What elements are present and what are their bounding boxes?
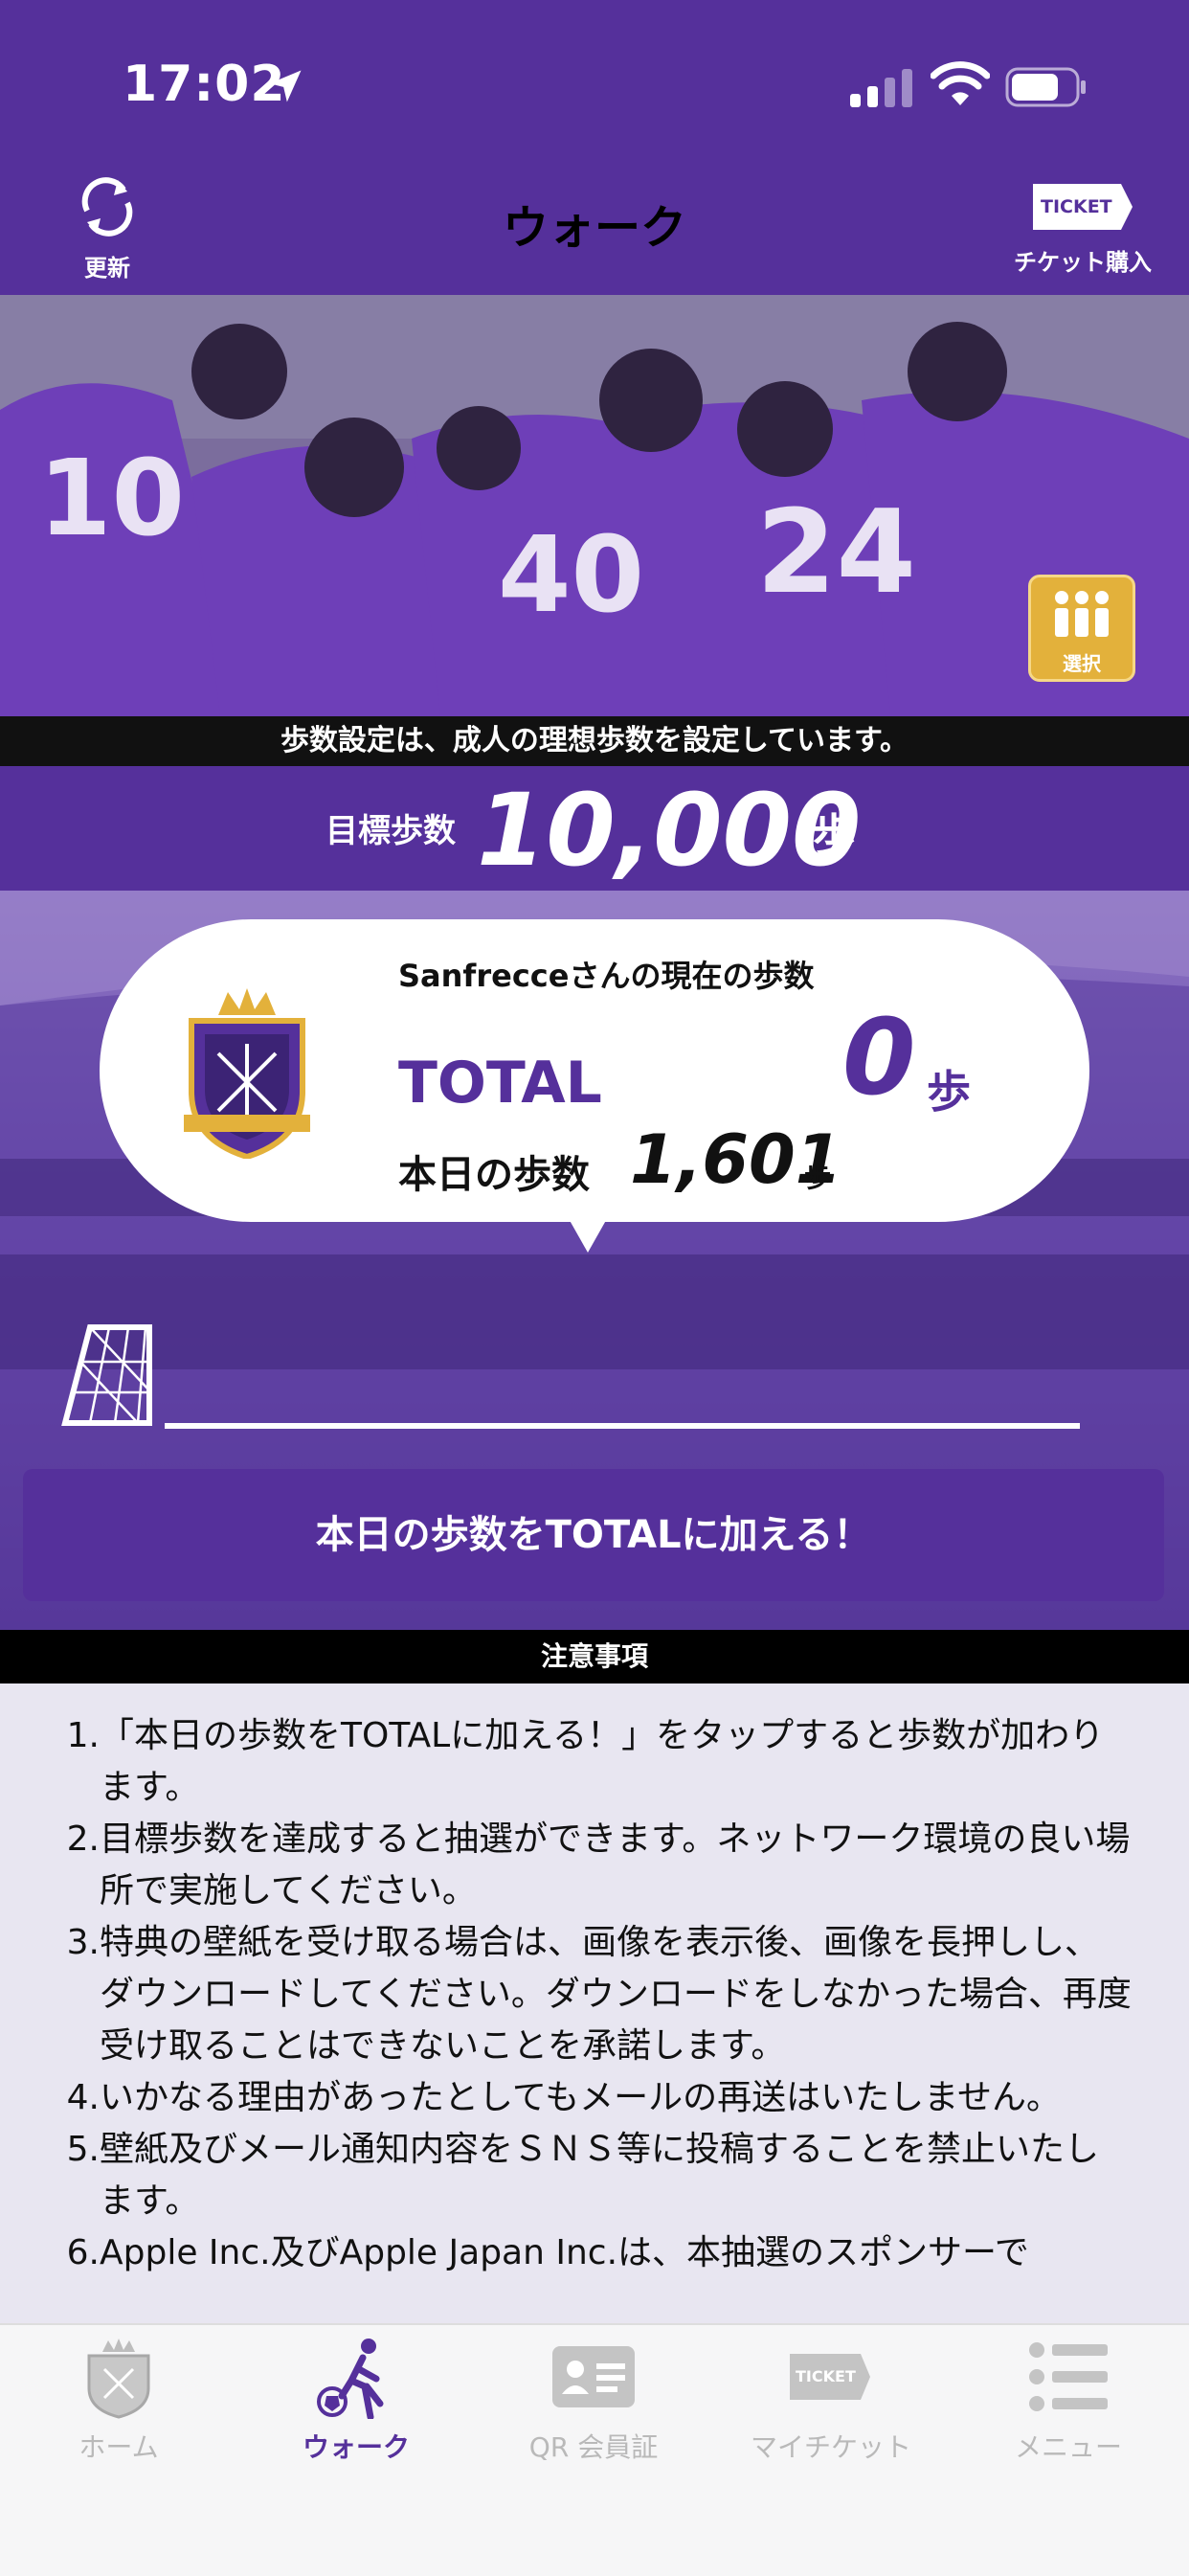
goal-band: 目標歩数 10,000 歩: [0, 766, 1189, 891]
caution-title: 注意事項: [0, 1630, 1189, 1683]
note-text: Apple Inc.及びApple Japan Inc.は、本抽選のスポンサーで: [100, 2233, 1029, 2272]
walk-icon: [317, 2339, 384, 2419]
status-time: 17:02: [123, 56, 286, 113]
tab-label: マイチケット: [750, 2431, 911, 2463]
goal-net-icon: [61, 1324, 152, 1426]
goal-value: 10,000: [477, 772, 862, 889]
goal-unit: 歩: [812, 809, 856, 861]
buy-ticket-button[interactable]: TICKET チケット購入: [992, 178, 1174, 277]
tab-walk[interactable]: ウォーク: [237, 2337, 475, 2471]
tab-label: ホーム: [79, 2431, 159, 2463]
ticket-icon: TICKET: [1033, 184, 1133, 230]
team-huddle-illustration: 10 40 24: [0, 295, 1189, 716]
note-number: 5.: [66, 2130, 100, 2169]
add-to-total-button[interactable]: 本日の歩数をTOTALに加える！: [23, 1469, 1164, 1601]
menu-icon: [1029, 2342, 1108, 2411]
notes-list[interactable]: 1.「本日の歩数をTOTALに加える！」をタップすると歩数が加わります。 2.目標…: [0, 1683, 1189, 2323]
note-number: 6.: [66, 2233, 100, 2272]
card-heading: Sanfrecceさんの現在の歩数: [398, 958, 815, 994]
note-number: 3.: [66, 1923, 100, 1962]
select-photo-button[interactable]: 選択: [1028, 575, 1135, 682]
battery-icon: [1005, 67, 1086, 107]
cellular-signal-icon: [850, 69, 912, 107]
today-label: 本日の歩数: [398, 1153, 590, 1197]
tab-label: メニュー: [1014, 2431, 1122, 2463]
tab-home[interactable]: ホーム: [0, 2337, 237, 2471]
tab-qr-member[interactable]: QR 会員証: [475, 2337, 712, 2471]
tab-label: ウォーク: [302, 2431, 410, 2463]
total-unit: 歩: [927, 1066, 971, 1118]
home-crest-icon: [87, 2339, 150, 2419]
tab-my-ticket[interactable]: TICKET マイチケット: [712, 2337, 950, 2471]
note-text: 目標歩数を達成すると抽選ができます。ネットワーク環境の良い場所で実施してください…: [100, 1819, 1131, 1910]
today-unit: 歩: [804, 1162, 832, 1193]
svg-text:24: 24: [756, 486, 916, 620]
tab-menu[interactable]: メニュー: [950, 2337, 1187, 2471]
note-text: 壁紙及びメール通知内容をＳＮＳ等に投稿することを禁止いたします。: [100, 2130, 1100, 2221]
goal-label: 目標歩数: [325, 812, 456, 850]
note-item: 5.壁紙及びメール通知内容をＳＮＳ等に投稿することを禁止いたします。: [34, 2124, 1132, 2227]
note-text: 特典の壁紙を受け取る場合は、画像を表示後、画像を長押しし、ダウンロードしてくださ…: [100, 1923, 1132, 2066]
note-item: 2.目標歩数を達成すると抽選ができます。ネットワーク環境の良い場所で実施してくだ…: [34, 1814, 1132, 1917]
tab-label: QR 会員証: [528, 2431, 659, 2463]
total-value: 0: [842, 996, 916, 1119]
location-arrow-icon: [269, 70, 302, 102]
note-number: 4.: [66, 2078, 100, 2117]
note-number: 2.: [66, 1819, 100, 1859]
grid-icon: [1055, 591, 1109, 637]
select-label: 選択: [1063, 652, 1101, 675]
total-label: TOTAL: [398, 1050, 602, 1117]
note-item: 3.特典の壁紙を受け取る場合は、画像を表示後、画像を長押しし、ダウンロードしてく…: [34, 1917, 1132, 2072]
note-item: 6.Apple Inc.及びApple Japan Inc.は、本抽選のスポンサ…: [34, 2227, 1132, 2279]
note-text: 「本日の歩数をTOTALに加える！」をタップすると歩数が加わります。: [100, 1716, 1105, 1807]
buy-ticket-label: チケット購入: [1014, 249, 1152, 276]
wifi-icon: [931, 61, 990, 105]
note-number: 1.: [66, 1716, 100, 1755]
svg-text:10: 10: [38, 437, 185, 559]
step-setting-notice: 歩数設定は、成人の理想歩数を設定しています。: [0, 716, 1189, 766]
svg-text:40: 40: [498, 513, 644, 636]
ticket-icon: TICKET: [790, 2354, 870, 2400]
step-card-tail: [563, 1209, 613, 1253]
progress-track: [165, 1423, 1080, 1429]
note-item: 1.「本日の歩数をTOTALに加える！」をタップすると歩数が加わります。: [34, 1710, 1132, 1814]
svg-text:TICKET: TICKET: [1041, 196, 1112, 217]
svg-text:TICKET: TICKET: [796, 2367, 856, 2385]
member-card-icon: [552, 2346, 635, 2407]
hero-team-photo: 10 40 24: [0, 295, 1189, 716]
note-item: 4.いかなる理由があったとしてもメールの再送はいたしません。: [34, 2072, 1132, 2124]
note-text: いかなる理由があったとしてもメールの再送はいたしません。: [100, 2078, 1062, 2117]
club-crest-icon: [184, 988, 310, 1159]
